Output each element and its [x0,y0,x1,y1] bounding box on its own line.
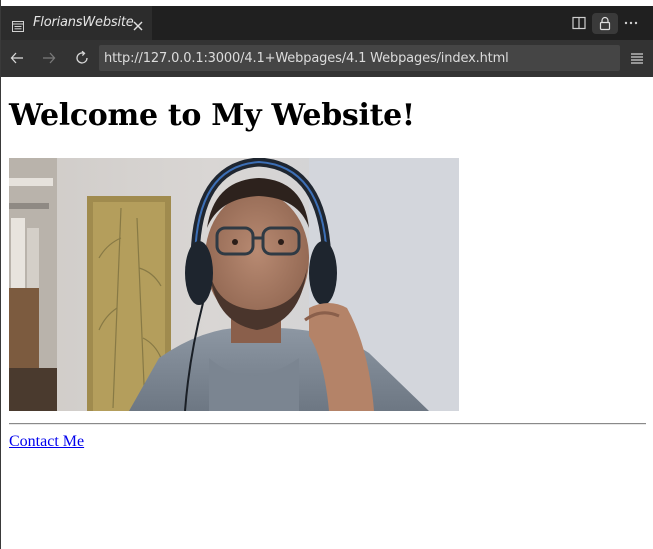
back-arrow-icon[interactable] [9,50,25,66]
close-icon[interactable] [132,17,144,31]
url-input[interactable] [104,50,615,66]
split-view-icon[interactable] [571,15,587,31]
tab-bar: FloriansWebsite [1,6,653,40]
lock-button[interactable] [592,13,618,34]
hamburger-menu-icon[interactable] [629,50,645,66]
browser-window: FloriansWebsite http://127.0.0.1:3000/4.… [0,0,653,549]
tab-title: FloriansWebsite [33,15,134,30]
horizontal-rule [9,423,646,425]
forward-arrow-icon[interactable] [41,50,57,66]
more-icon[interactable] [623,15,639,31]
reload-icon[interactable] [74,50,90,66]
contact-link[interactable]: Contact Me [9,433,84,451]
page-viewport: Welcome to My Website! Contact Me [2,78,653,549]
profile-photo [9,158,459,411]
page-icon [12,17,24,32]
lock-icon [599,16,611,31]
address-bar[interactable] [99,45,620,71]
page-heading: Welcome to My Website! [9,98,415,133]
navigation-bar [1,40,653,77]
tab-floriansWebsite[interactable]: FloriansWebsite [1,6,152,40]
